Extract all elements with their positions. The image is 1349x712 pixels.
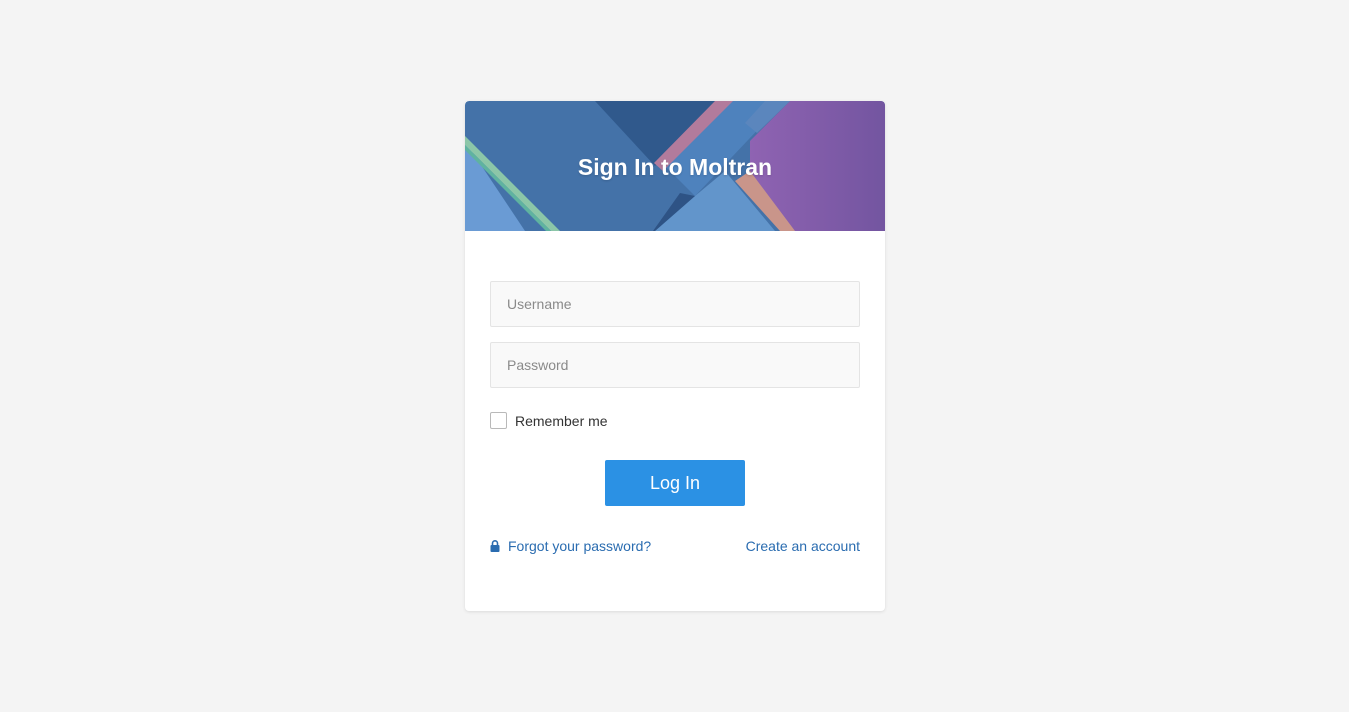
login-form: Remember me Log In Forgot your password?…: [465, 231, 885, 554]
create-account-link[interactable]: Create an account: [746, 538, 860, 554]
remember-me-row: Remember me: [490, 410, 860, 430]
page-title: Sign In to Moltran: [577, 154, 773, 180]
lock-icon: [490, 540, 500, 552]
card-header: Sign In to Moltran: [465, 101, 885, 231]
login-button-wrapper: Log In: [490, 460, 860, 506]
login-card: Sign In to Moltran Remember me Log In Fo…: [465, 101, 885, 611]
login-button[interactable]: Log In: [605, 460, 745, 506]
footer-links: Forgot your password? Create an account: [490, 538, 860, 554]
forgot-password-label: Forgot your password?: [508, 538, 652, 554]
remember-me-label[interactable]: Remember me: [515, 411, 608, 429]
username-input[interactable]: [490, 281, 860, 327]
password-input[interactable]: [490, 342, 860, 388]
forgot-password-link[interactable]: Forgot your password?: [490, 538, 651, 554]
remember-me-checkbox[interactable]: [490, 411, 507, 429]
